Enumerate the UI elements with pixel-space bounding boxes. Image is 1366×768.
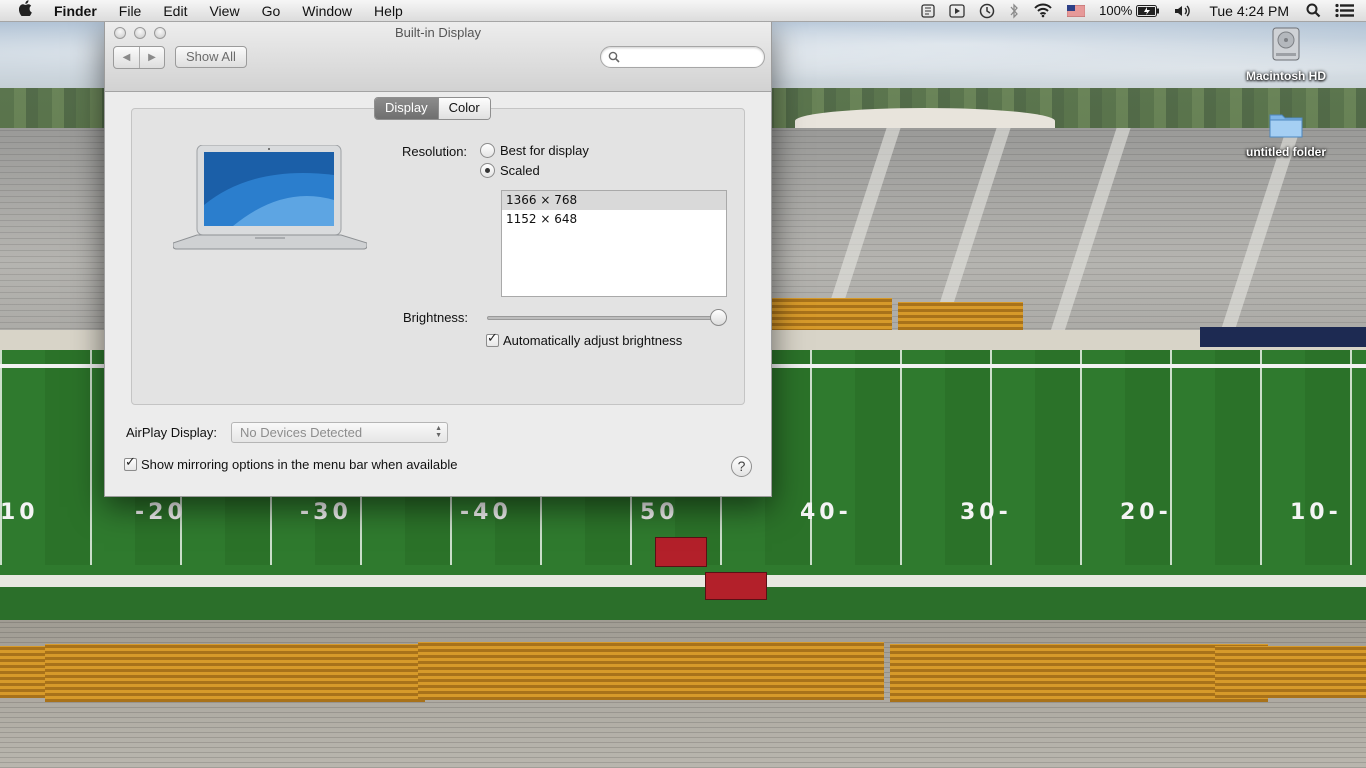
tab-bar: Display Color (374, 97, 491, 120)
menu-file[interactable]: File (108, 0, 153, 22)
tab-color[interactable]: Color (437, 98, 490, 119)
back-forward-control: ◀ ▶ (113, 46, 165, 69)
notification-center-icon[interactable] (1328, 0, 1366, 22)
wallpaper-banner (1200, 327, 1366, 347)
show-mirroring-checkbox[interactable]: Show mirroring options in the menu bar w… (124, 455, 458, 472)
auto-brightness-checkbox[interactable]: Automatically adjust brightness (486, 331, 683, 348)
apple-menu-icon[interactable] (0, 0, 52, 21)
wallpaper-track (0, 565, 1366, 620)
window-toolbar: Built-in Display ◀ ▶ Show All (105, 22, 771, 92)
checkbox[interactable] (486, 331, 499, 347)
clock[interactable]: Tue 4:24 PM (1199, 0, 1299, 22)
radio-button[interactable] (480, 163, 495, 178)
forward-arrow-icon[interactable]: ▶ (139, 47, 164, 68)
checkbox-label: Automatically adjust brightness (503, 333, 683, 348)
search-field[interactable] (600, 46, 765, 68)
checkbox-label: Show mirroring options in the menu bar w… (141, 457, 458, 472)
slider-track (487, 316, 719, 320)
wifi-icon[interactable] (1026, 0, 1060, 22)
folder-icon (1231, 110, 1341, 141)
wallpaper-gold-seats (898, 302, 1023, 330)
hard-drive-icon (1231, 26, 1341, 65)
menu-bar: Finder File Edit View Go Window Help 100… (0, 0, 1366, 22)
time-machine-icon[interactable] (972, 0, 1002, 22)
popup-value: No Devices Detected (240, 425, 363, 440)
volume-icon[interactable] (1167, 0, 1199, 22)
menu-window[interactable]: Window (291, 0, 363, 22)
bluetooth-icon[interactable] (1002, 0, 1026, 22)
slider-knob[interactable] (710, 309, 727, 326)
wallpaper-lower-stands (0, 620, 1366, 768)
radio-scaled[interactable]: Scaled (480, 163, 540, 178)
brightness-label: Brightness: (403, 310, 469, 325)
menu-help[interactable]: Help (363, 0, 414, 22)
window-title: Built-in Display (395, 25, 481, 40)
radio-label: Scaled (500, 163, 540, 178)
menu-edit[interactable]: Edit (152, 0, 198, 22)
desktop-icon-untitled-folder[interactable]: untitled folder (1231, 110, 1341, 159)
brightness-slider[interactable] (487, 309, 727, 326)
desktop-icon-macintosh-hd[interactable]: Macintosh HD (1231, 26, 1341, 83)
checkbox[interactable] (124, 455, 137, 471)
desktop-icon-label: untitled folder (1246, 145, 1326, 159)
search-icon (608, 51, 620, 63)
quicktime-icon[interactable] (942, 0, 972, 22)
search-input[interactable] (625, 49, 755, 65)
desktop-icon-label: Macintosh HD (1245, 69, 1326, 83)
flag-input-icon[interactable] (1060, 0, 1092, 22)
menu-go[interactable]: Go (251, 0, 292, 22)
airplay-display-popup[interactable]: No Devices Detected ▲ ▼ (231, 422, 448, 443)
spotlight-icon[interactable] (1299, 0, 1328, 22)
laptop-icon (172, 144, 368, 256)
resolution-list: 1366 × 768 1152 × 648 (501, 190, 727, 297)
menu-finder[interactable]: Finder (52, 0, 108, 22)
wallpaper-cart (705, 572, 767, 600)
popup-arrows-icon: ▲ ▼ (435, 425, 442, 439)
radio-button[interactable] (480, 143, 495, 158)
help-button[interactable]: ? (731, 456, 752, 477)
display-preferences-window: Built-in Display ◀ ▶ Show All Display Co… (104, 22, 772, 497)
wallpaper-gold-seats (772, 298, 892, 332)
wallpaper-cart (655, 537, 707, 567)
menu-view[interactable]: View (198, 0, 250, 22)
back-arrow-icon[interactable]: ◀ (114, 47, 139, 68)
battery-percent[interactable]: 100% (1092, 0, 1134, 22)
resolution-option[interactable]: 1152 × 648 (502, 210, 726, 229)
tab-display[interactable]: Display (375, 98, 438, 119)
radio-best-for-display[interactable]: Best for display (480, 143, 589, 158)
status-area: 100% Tue 4:24 PM (914, 0, 1366, 22)
radio-label: Best for display (500, 143, 589, 158)
resolution-option-selected[interactable]: 1366 × 768 (502, 191, 726, 210)
airplay-display-label: AirPlay Display: (126, 425, 218, 440)
resolution-label: Resolution: (402, 144, 468, 159)
show-all-button[interactable]: Show All (175, 46, 247, 68)
ibooks-icon[interactable] (914, 0, 942, 22)
battery-icon[interactable] (1134, 0, 1167, 22)
